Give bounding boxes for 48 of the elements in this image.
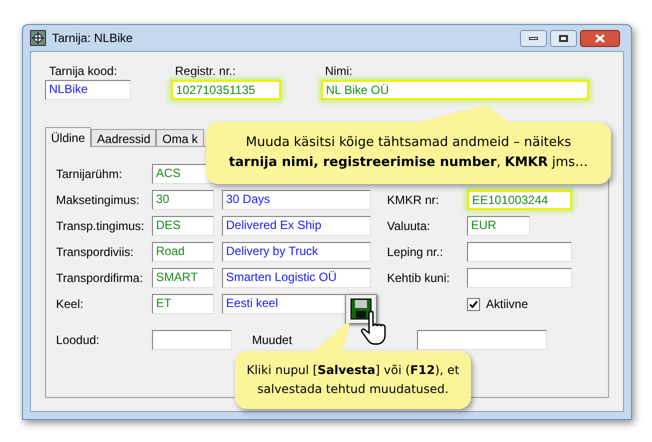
close-icon — [595, 34, 605, 42]
input-field[interactable] — [152, 330, 232, 350]
input-field[interactable]: Smarten Logistic OÜ — [222, 268, 371, 288]
app-icon — [30, 30, 46, 46]
field-label: Maksetingimus: — [56, 192, 140, 209]
input-field[interactable]: ET — [152, 294, 214, 314]
field-label: Valuuta: — [387, 218, 432, 235]
field-label: Transpordiviis: — [56, 244, 135, 261]
field-label: Nimi: — [324, 64, 354, 78]
field-label: Leping nr.: — [387, 244, 444, 261]
input-field[interactable]: EUR — [467, 216, 530, 236]
input-field[interactable]: NLBike — [45, 80, 131, 100]
input-field[interactable] — [467, 268, 572, 288]
input-field[interactable]: DES — [152, 216, 214, 236]
field-label: Loodud: — [56, 332, 100, 349]
input-field[interactable]: EE101003244 — [467, 190, 572, 210]
callout-text: Kliki nupul [Salvesta] või (F12), et salvestada tehtud muudatused. — [246, 362, 460, 398]
field-label: Transp.tingimus: — [56, 218, 146, 235]
field-label: Kehtib kuni: — [387, 270, 451, 287]
input-field[interactable]: 30 — [152, 190, 214, 210]
field-label: KMKR nr: — [387, 192, 440, 209]
input-field[interactable]: Delivery by Truck — [222, 242, 371, 262]
input-field[interactable]: 30 Days — [222, 190, 371, 210]
tab[interactable]: Üldine — [45, 127, 92, 147]
field-label: Registr. nr.: — [174, 64, 237, 78]
window-title: Tarnija: NLBike — [52, 30, 133, 47]
input-field[interactable]: Delivered Ex Ship — [222, 216, 371, 236]
field-label: Keel: — [56, 296, 84, 313]
input-field[interactable]: SMART — [152, 268, 214, 288]
input-field[interactable]: ACS — [152, 164, 214, 184]
input-field[interactable]: 102710351135 — [171, 80, 281, 100]
checkbox[interactable] — [467, 298, 480, 310]
callout-text: Muuda käsitsi kõige tähtsamad andmeid – näiteks tarnija nimi, registreerimise number, KMKR jms… — [228, 134, 590, 172]
field-label: Transpordifirma: — [56, 270, 144, 287]
checkbox-label: Aktiivne — [486, 296, 528, 313]
close-button[interactable] — [580, 30, 620, 46]
minimize-button[interactable] — [520, 30, 547, 46]
input-field[interactable] — [467, 242, 572, 262]
field-label: Tarnijarühm: — [56, 166, 124, 183]
tab[interactable]: Aadressid — [91, 129, 156, 146]
input-field[interactable]: Road — [152, 242, 214, 262]
input-field[interactable]: NL Bike OÜ — [321, 80, 589, 100]
tab[interactable]: Oma k — [156, 129, 204, 146]
field-label: Muudet — [252, 332, 292, 349]
maximize-button[interactable] — [550, 30, 577, 46]
field-label: Tarnija kood: — [48, 64, 118, 78]
checkmark-icon — [469, 300, 478, 308]
input-field[interactable] — [417, 330, 547, 350]
